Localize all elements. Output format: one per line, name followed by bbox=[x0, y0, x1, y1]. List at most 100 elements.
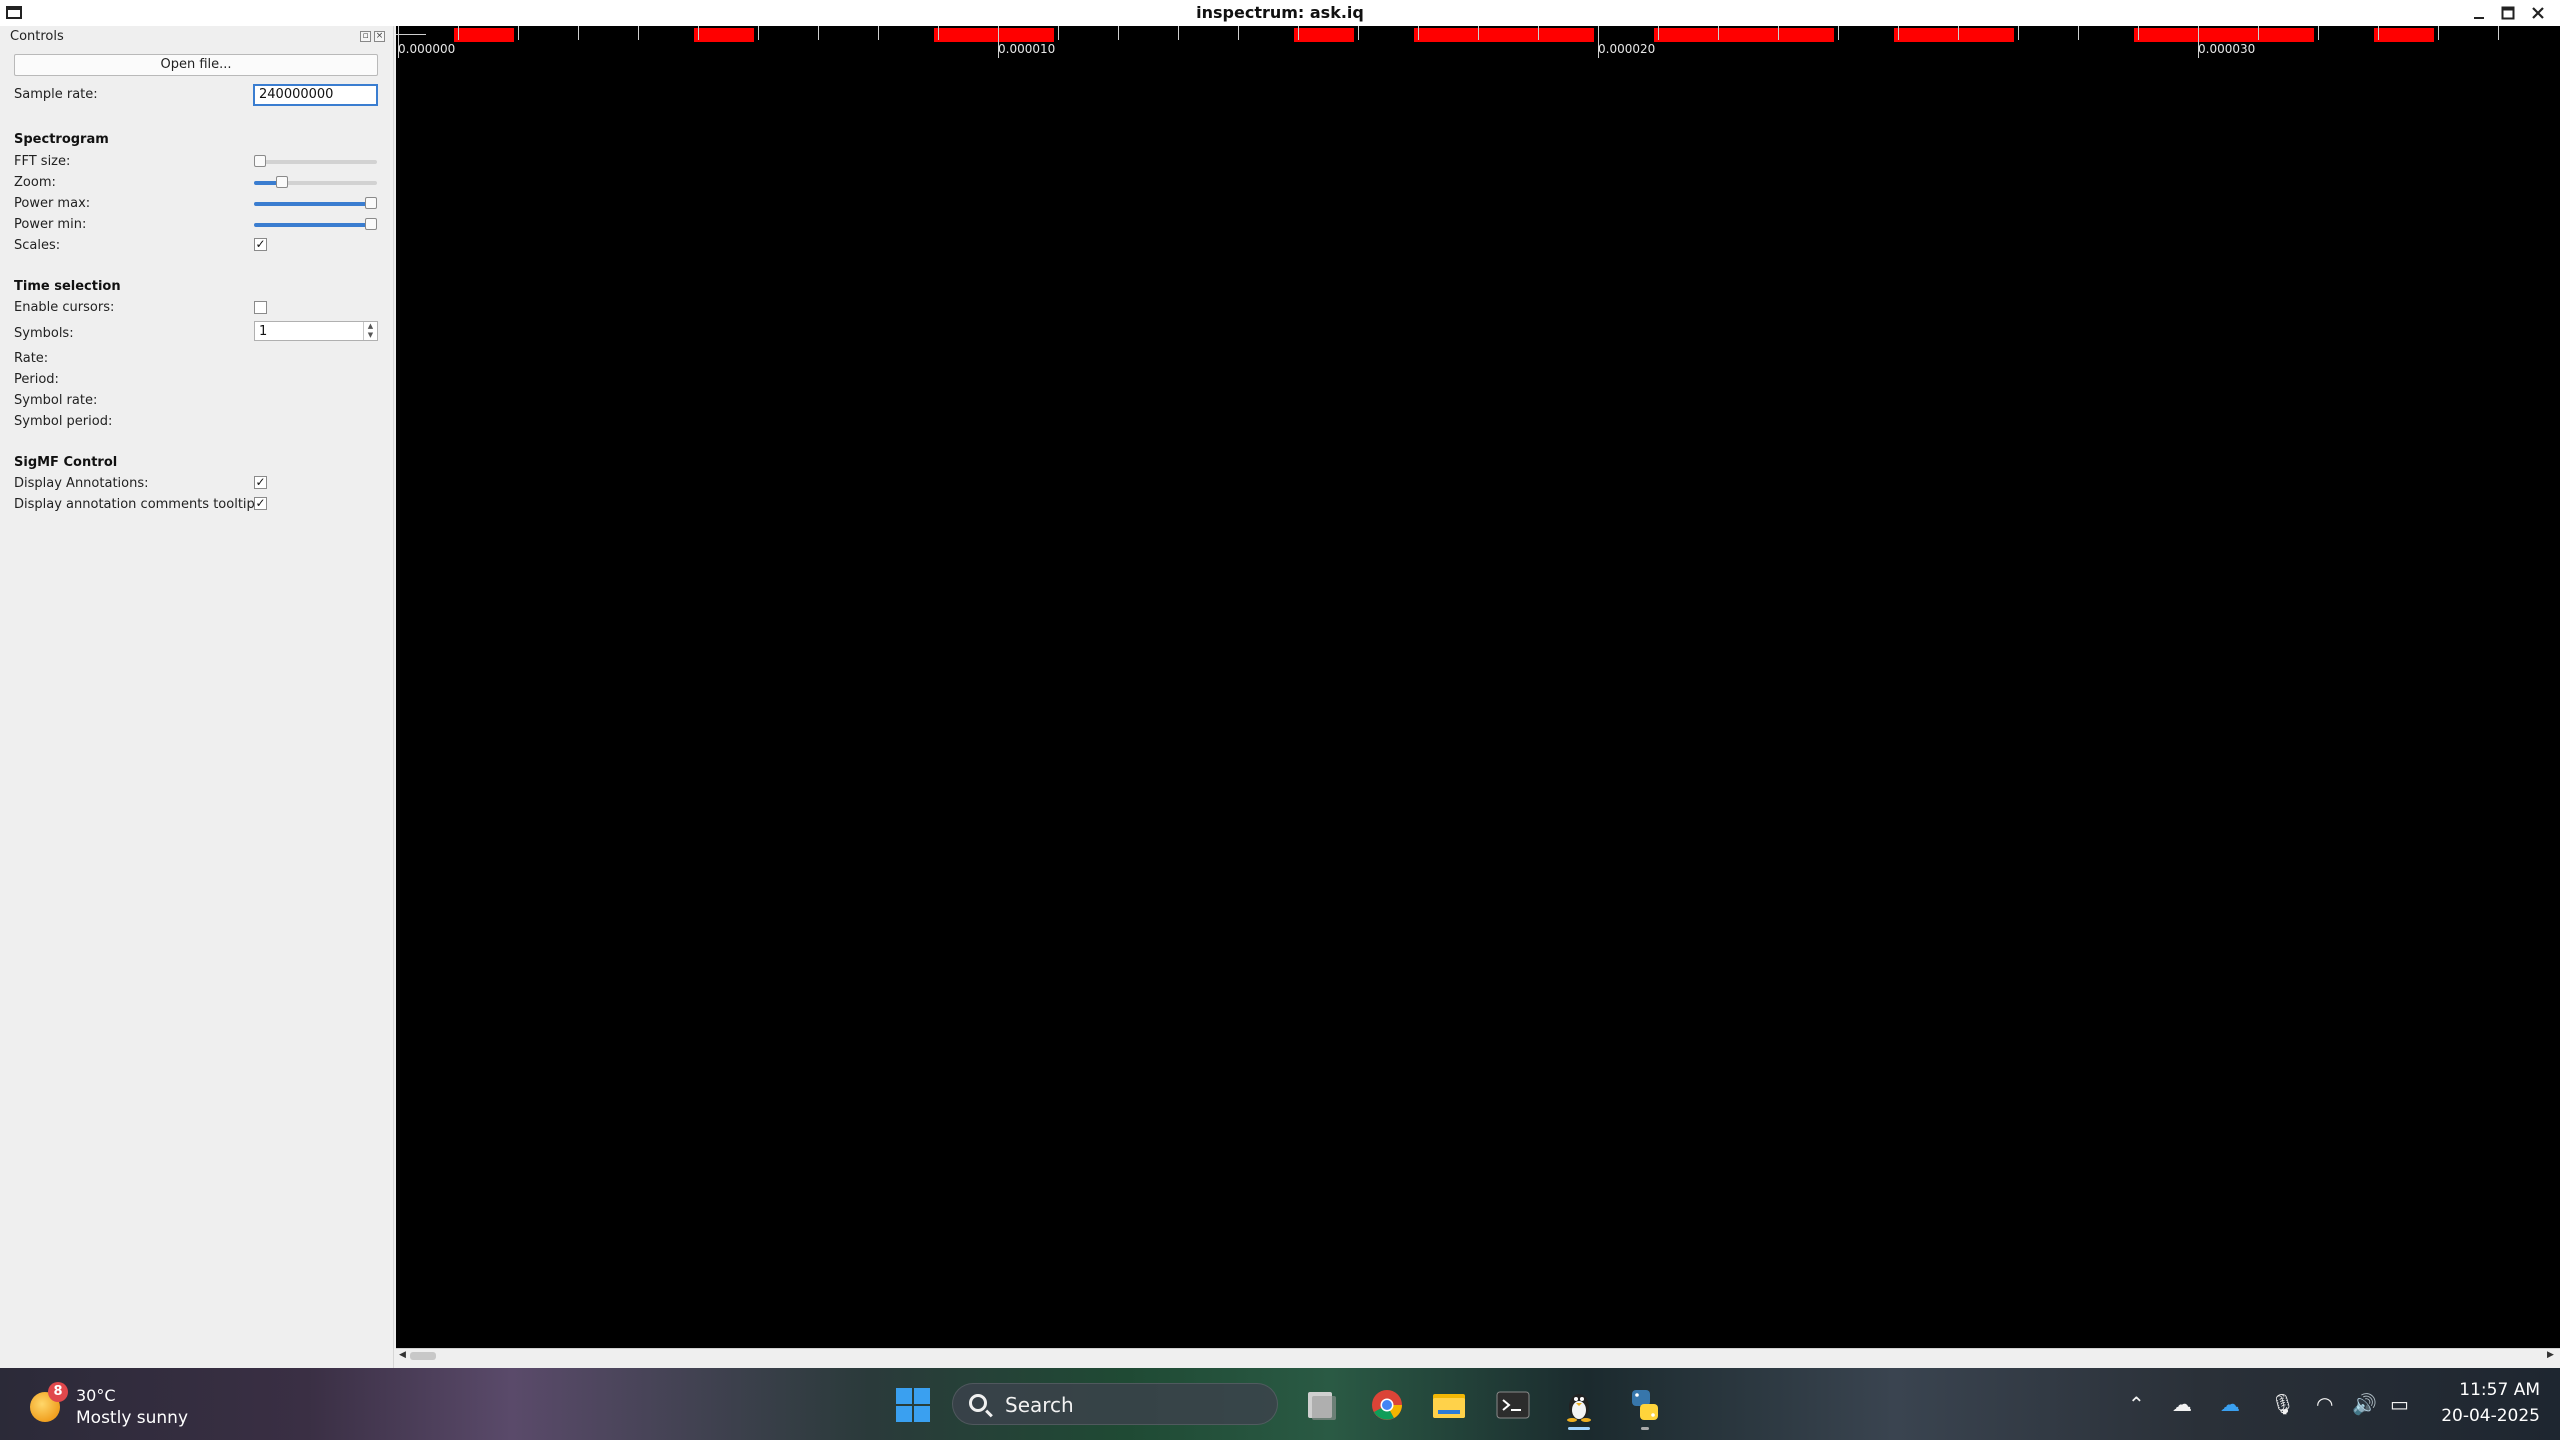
maximize-icon bbox=[2501, 6, 2515, 20]
terminal-icon[interactable] bbox=[1494, 1386, 1532, 1424]
scroll-left-icon[interactable]: ◀ bbox=[399, 1350, 406, 1360]
annotation-marker[interactable] bbox=[1414, 28, 1594, 42]
maximize-button[interactable] bbox=[2497, 3, 2519, 23]
ruler-tick bbox=[1118, 26, 1119, 40]
annotation-marker[interactable] bbox=[934, 28, 1054, 42]
annotation-marker[interactable] bbox=[2134, 28, 2314, 42]
slider-groove bbox=[254, 160, 377, 164]
dock-float-button[interactable]: ▫ bbox=[360, 31, 371, 42]
symbol-period-label: Symbol period: bbox=[14, 414, 113, 429]
period-label: Period: bbox=[14, 372, 59, 387]
weather-badge: 8 bbox=[48, 1382, 68, 1402]
annotation-marker[interactable] bbox=[1294, 28, 1354, 42]
clock-time[interactable]: 11:57 AM bbox=[2410, 1380, 2540, 1400]
fft-size-slider[interactable] bbox=[254, 155, 377, 169]
zoom-label: Zoom: bbox=[14, 175, 56, 190]
annotation-marker[interactable] bbox=[1894, 28, 2014, 42]
ruler-tick bbox=[1778, 26, 1779, 40]
ruler-tick bbox=[578, 26, 579, 40]
onedrive-icon[interactable]: ☁ bbox=[2220, 1392, 2240, 1416]
annotation-marker[interactable] bbox=[454, 28, 514, 42]
slider-handle[interactable] bbox=[276, 176, 289, 188]
spectrogram-plot[interactable]: 0.000000 0.000010 0.000020 0.000030 bbox=[396, 26, 2560, 1348]
slider-fill bbox=[254, 202, 371, 206]
title-bar[interactable]: inspectrum: ask.iq bbox=[0, 0, 2560, 26]
ruler-tick bbox=[2378, 26, 2379, 40]
dock-header: Controls ▫ × bbox=[0, 26, 394, 48]
files-icon[interactable] bbox=[1302, 1386, 1340, 1424]
ruler-tick bbox=[2018, 26, 2019, 40]
app-window: inspectrum: ask.iq Controls ▫ × Open fil… bbox=[0, 0, 2560, 1368]
scales-checkbox[interactable]: ✓ bbox=[254, 238, 267, 251]
ruler-tick bbox=[2498, 26, 2499, 40]
display-annotations-label: Display Annotations: bbox=[14, 476, 149, 491]
chrome-icon[interactable] bbox=[1368, 1386, 1406, 1424]
taskbar-search[interactable]: Search bbox=[952, 1383, 1278, 1425]
ruler-tick bbox=[1838, 26, 1839, 40]
annotation-tooltips-label: Display annotation comments tooltips: bbox=[14, 497, 266, 512]
ruler-tick bbox=[878, 26, 879, 40]
power-max-slider[interactable] bbox=[254, 197, 377, 211]
annotation-marker[interactable] bbox=[1654, 28, 1834, 42]
ruler-tick bbox=[1238, 26, 1239, 40]
python-icon[interactable] bbox=[1626, 1386, 1664, 1424]
enable-cursors-label: Enable cursors: bbox=[14, 300, 115, 315]
search-label: Search bbox=[1005, 1393, 1074, 1417]
file-explorer-icon[interactable] bbox=[1430, 1386, 1468, 1424]
annotation-marker[interactable] bbox=[2374, 28, 2434, 42]
minimize-button[interactable] bbox=[2468, 3, 2490, 23]
sample-rate-label: Sample rate: bbox=[14, 87, 98, 102]
spin-arrows-icon[interactable]: ▲ ▼ bbox=[363, 322, 377, 340]
slider-handle[interactable] bbox=[365, 218, 377, 230]
zoom-slider[interactable] bbox=[254, 176, 377, 190]
time-axis-label: 0.000030 bbox=[2198, 42, 2256, 56]
annotation-marker[interactable] bbox=[694, 28, 754, 42]
display-annotations-checkbox[interactable]: ✓ bbox=[254, 476, 267, 489]
weather-condition: Mostly sunny bbox=[76, 1408, 189, 1428]
ruler-marker bbox=[396, 34, 426, 35]
power-min-label: Power min: bbox=[14, 217, 87, 232]
dock-title: Controls bbox=[10, 29, 64, 44]
ruler-tick bbox=[518, 26, 519, 40]
windows-start-button[interactable] bbox=[896, 1388, 932, 1422]
running-app-indicator bbox=[1641, 1427, 1649, 1430]
spectrogram-heading: Spectrogram bbox=[14, 132, 109, 147]
open-file-button[interactable]: Open file... bbox=[14, 54, 378, 76]
symbols-spinbox[interactable]: 1 ▲ ▼ bbox=[254, 321, 378, 341]
slider-handle[interactable] bbox=[254, 155, 266, 167]
linux-tux-icon[interactable] bbox=[1560, 1386, 1598, 1424]
slider-handle[interactable] bbox=[365, 197, 377, 209]
scrollbar-thumb[interactable] bbox=[410, 1352, 436, 1360]
enable-cursors-checkbox[interactable] bbox=[254, 301, 267, 314]
ruler-tick bbox=[698, 26, 699, 40]
fft-size-label: FFT size: bbox=[14, 154, 71, 169]
slider-fill bbox=[254, 223, 371, 227]
ruler-tick bbox=[1658, 26, 1659, 40]
scales-label: Scales: bbox=[14, 238, 61, 253]
close-button[interactable] bbox=[2527, 3, 2549, 23]
wifi-icon[interactable]: ◠ bbox=[2316, 1392, 2333, 1416]
ruler-tick bbox=[1418, 26, 1419, 40]
power-min-slider[interactable] bbox=[254, 218, 377, 232]
time-axis-label: 0.000000 bbox=[398, 42, 456, 56]
symbols-value[interactable]: 1 bbox=[259, 324, 267, 339]
show-hidden-icons-icon[interactable]: ⌃ bbox=[2128, 1392, 2145, 1416]
volume-icon[interactable]: 🔊 bbox=[2352, 1392, 2377, 1416]
ruler-tick bbox=[818, 26, 819, 40]
ruler-tick bbox=[938, 26, 939, 40]
scroll-right-icon[interactable]: ▶ bbox=[2547, 1350, 2554, 1360]
dock-close-button[interactable]: × bbox=[374, 31, 385, 42]
horizontal-scrollbar[interactable]: ◀ ▶ bbox=[396, 1348, 2560, 1362]
ruler-tick bbox=[2078, 26, 2079, 40]
close-icon bbox=[2532, 7, 2544, 19]
clock-date[interactable]: 20-04-2025 bbox=[2410, 1406, 2540, 1426]
microphone-icon[interactable]: 🎙 bbox=[2270, 1392, 2295, 1416]
weather-widget[interactable]: 8 30°C Mostly sunny bbox=[26, 1380, 276, 1430]
start-logo-quadrant bbox=[896, 1406, 912, 1422]
cloud-icon[interactable]: ☁ bbox=[2172, 1392, 2192, 1416]
ruler-tick bbox=[1358, 26, 1359, 40]
time-axis-label: 0.000020 bbox=[1598, 42, 1656, 56]
annotation-tooltips-checkbox[interactable]: ✓ bbox=[254, 497, 267, 510]
sample-rate-input[interactable]: 240000000 bbox=[253, 84, 378, 106]
battery-icon[interactable]: ▭ bbox=[2390, 1392, 2409, 1416]
